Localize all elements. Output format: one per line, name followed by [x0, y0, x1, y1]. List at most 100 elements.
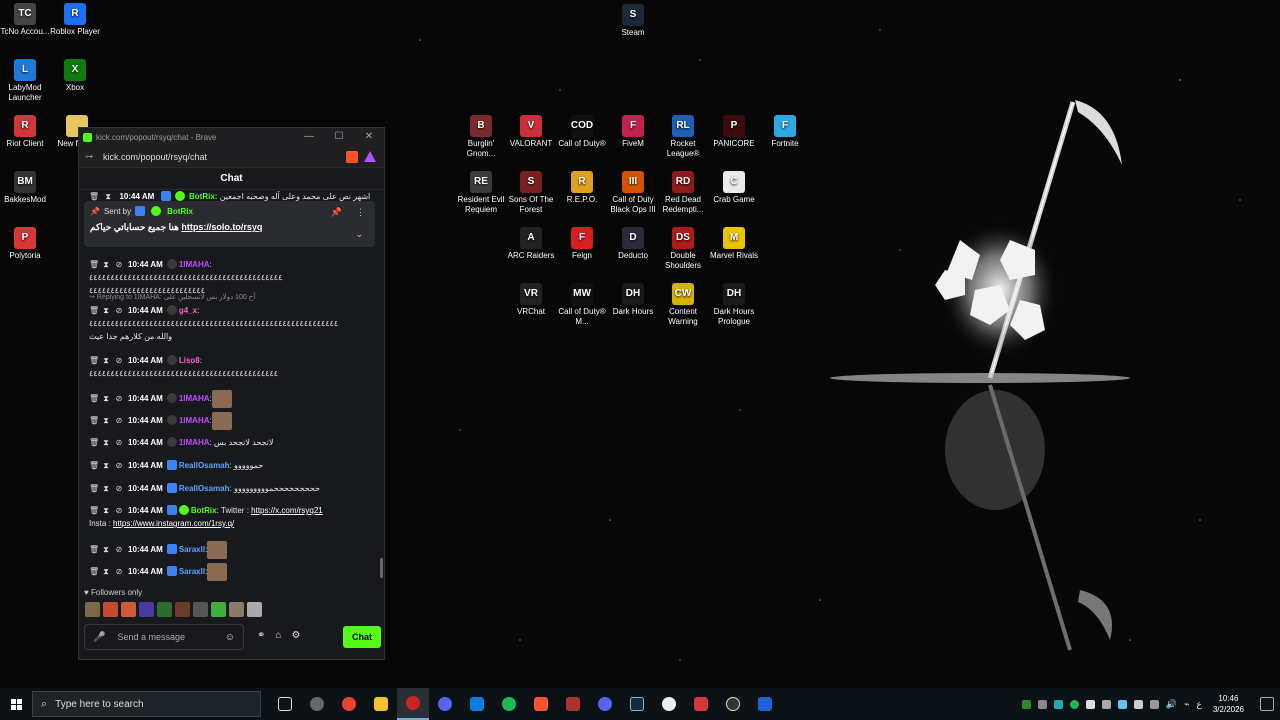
taskbar-app-steelseries[interactable] [301, 688, 333, 720]
site-info-icon[interactable]: ⊶ [85, 152, 95, 161]
desktop-icon-arc-raiders[interactable]: A ARC Raiders [506, 227, 556, 261]
desktop-icon-rocket-league[interactable]: RL Rocket League® [658, 115, 708, 159]
pinned-author[interactable]: BotRix [167, 207, 193, 216]
desktop-icon-feign[interactable]: F Feign [557, 227, 607, 261]
desktop-icon-content-warning[interactable]: CW Content Warning [658, 283, 708, 327]
ban-icon[interactable]: ⊘ [115, 504, 123, 517]
desktop-icon-steam[interactable]: S Steam [608, 4, 658, 38]
tray-spotify-icon[interactable] [1069, 699, 1079, 709]
title-bar[interactable]: kick.com/popout/rsyq/chat - Brave — ☐ ✕ [79, 128, 384, 146]
desktop-icon-double-shoulders[interactable]: DS Double Shoulders [658, 227, 708, 271]
desktop-icon-crab-game[interactable]: C Crab Game [709, 171, 759, 205]
desktop-icon-xbox[interactable]: X Xbox [50, 59, 100, 93]
taskbar-app-blue[interactable] [749, 688, 781, 720]
message-username[interactable]: BotRix: [189, 192, 217, 201]
minimize-button[interactable]: — [294, 128, 324, 146]
tray-app-icon[interactable] [1037, 699, 1047, 709]
ban-icon[interactable]: ⊘ [115, 482, 123, 495]
desktop-icon-panicore[interactable]: P PANICORE [709, 115, 759, 149]
tray-app-icon[interactable] [1149, 699, 1159, 709]
message-username[interactable]: 1IMAHA [179, 438, 210, 447]
timeout-icon[interactable]: ⧗ [102, 304, 110, 317]
send-chat-button[interactable]: Chat [343, 626, 381, 648]
timeout-icon[interactable]: ⧗ [102, 543, 110, 556]
unpin-icon[interactable]: 📌 [331, 207, 342, 218]
desktop-icon-marvel-rivals[interactable]: M Marvel Rivals [709, 227, 759, 261]
taskbar-app-github[interactable] [653, 688, 685, 720]
taskbar-app-chrome[interactable] [333, 688, 365, 720]
timeout-icon[interactable]: ⧗ [102, 482, 110, 495]
ban-icon[interactable]: ⊘ [115, 436, 123, 449]
desktop-icon-deducto[interactable]: D Deducto [608, 227, 658, 261]
notifications-icon[interactable] [1260, 697, 1274, 711]
emote-option[interactable] [103, 602, 118, 617]
pinned-link[interactable]: https://solo.to/rsyq [181, 222, 262, 232]
chevron-down-icon[interactable]: ⌄ [355, 229, 363, 240]
ban-icon[interactable]: ⊘ [115, 258, 123, 271]
taskbar-app-riot[interactable] [685, 688, 717, 720]
emote-option[interactable] [157, 602, 172, 617]
address-bar[interactable]: ⊶ kick.com/popout/rsyq/chat [79, 146, 384, 168]
url-text[interactable]: kick.com/popout/rsyq/chat [103, 152, 207, 162]
emote-option[interactable] [229, 602, 244, 617]
message-username[interactable]: ReallOsamah [179, 461, 230, 470]
message-username[interactable]: 1IMAHA [179, 260, 210, 269]
message-username[interactable]: Saraxll [179, 545, 205, 554]
ban-icon[interactable]: ⊘ [115, 414, 123, 427]
desktop-icon-call-of-duty-m[interactable]: MW Call of Duty® M... [557, 283, 607, 327]
settings-icon[interactable]: ⚙ [291, 630, 300, 641]
emote-option[interactable] [85, 602, 100, 617]
reply-context[interactable]: ↪ Replying to 1IMAHA: آخ 100 دولار بس لا… [89, 293, 255, 301]
message-input-placeholder[interactable]: Send a message [117, 632, 224, 642]
timeout-icon[interactable]: ⧗ [102, 565, 110, 578]
desktop-icon-riot-client[interactable]: R Riot Client [0, 115, 50, 149]
microphone-icon[interactable]: 🎤 [93, 632, 105, 643]
message-link[interactable]: https://www.instagram.com/1rsy.q/ [113, 519, 234, 528]
desktop-icon-call-of-duty[interactable]: COD Call of Duty® [557, 115, 607, 149]
desktop-icon-r-e-p-o[interactable]: R R.E.P.O. [557, 171, 607, 205]
taskbar-app-discord-2[interactable] [589, 688, 621, 720]
trash-icon[interactable]: 🗑 [89, 414, 99, 427]
message-username[interactable]: g4_x [179, 306, 197, 315]
keyboard-language[interactable]: ع [1196, 699, 1201, 710]
timeout-icon[interactable]: ⧗ [102, 392, 110, 405]
desktop-icon-call-of-duty-black-ops-iii[interactable]: III Call of Duty Black Ops III [608, 171, 658, 215]
message-username[interactable]: 1IMAHA [179, 416, 210, 425]
tray-microphone-icon[interactable] [1101, 699, 1111, 709]
network-icon[interactable]: ⌁ [1184, 699, 1189, 710]
message-input[interactable]: 🎤 Send a message ☺ [84, 624, 244, 650]
trash-icon[interactable]: 🗑 [89, 482, 99, 495]
ban-icon[interactable]: ⊘ [115, 392, 123, 405]
brave-shields-icon[interactable] [346, 151, 358, 163]
emote-option[interactable] [247, 602, 262, 617]
trash-icon[interactable]: 🗑 [89, 436, 99, 449]
search-placeholder[interactable]: Type here to search [55, 699, 143, 710]
message-username[interactable]: Liso8 [179, 356, 200, 365]
taskbar-app-active[interactable] [397, 688, 429, 720]
message-username[interactable]: BotRix [191, 506, 217, 515]
timeout-icon[interactable]: ⧗ [102, 436, 110, 449]
tray-app-icon[interactable] [1021, 699, 1031, 709]
desktop-icon-fivem[interactable]: F FiveM [608, 115, 658, 149]
taskbar-app-explorer[interactable] [365, 688, 397, 720]
trash-icon[interactable]: 🗑 [89, 543, 99, 556]
trash-icon[interactable]: 🗑 [89, 354, 99, 367]
trash-icon[interactable]: 🗑 [89, 504, 99, 517]
ban-icon[interactable]: ⊘ [115, 459, 123, 472]
volume-icon[interactable]: 🔊 [1166, 699, 1177, 710]
desktop-icon-roblox-player[interactable]: R Roblox Player [50, 3, 100, 37]
trash-icon[interactable]: 🗑 [89, 392, 99, 405]
timeout-icon[interactable]: ⧗ [102, 354, 110, 367]
message-username[interactable]: 1IMAHA [179, 394, 210, 403]
ban-icon[interactable]: ⊘ [115, 543, 123, 556]
ban-icon[interactable]: ⊘ [115, 565, 123, 578]
brave-rewards-icon[interactable] [364, 151, 376, 162]
more-options-icon[interactable]: ⋮ [356, 207, 365, 218]
timeout-icon[interactable]: ⧗ [102, 414, 110, 427]
taskbar-app-brave[interactable] [525, 688, 557, 720]
taskbar-app-spotify[interactable] [493, 688, 525, 720]
desktop-icon-red-dead-redempti[interactable]: RD Red Dead Redempti... [658, 171, 708, 215]
trash-icon[interactable]: 🗑 [89, 459, 99, 472]
emoji-icon[interactable]: ☺ [225, 632, 235, 643]
desktop-icon-fortnite[interactable]: F Fortnite [760, 115, 810, 149]
